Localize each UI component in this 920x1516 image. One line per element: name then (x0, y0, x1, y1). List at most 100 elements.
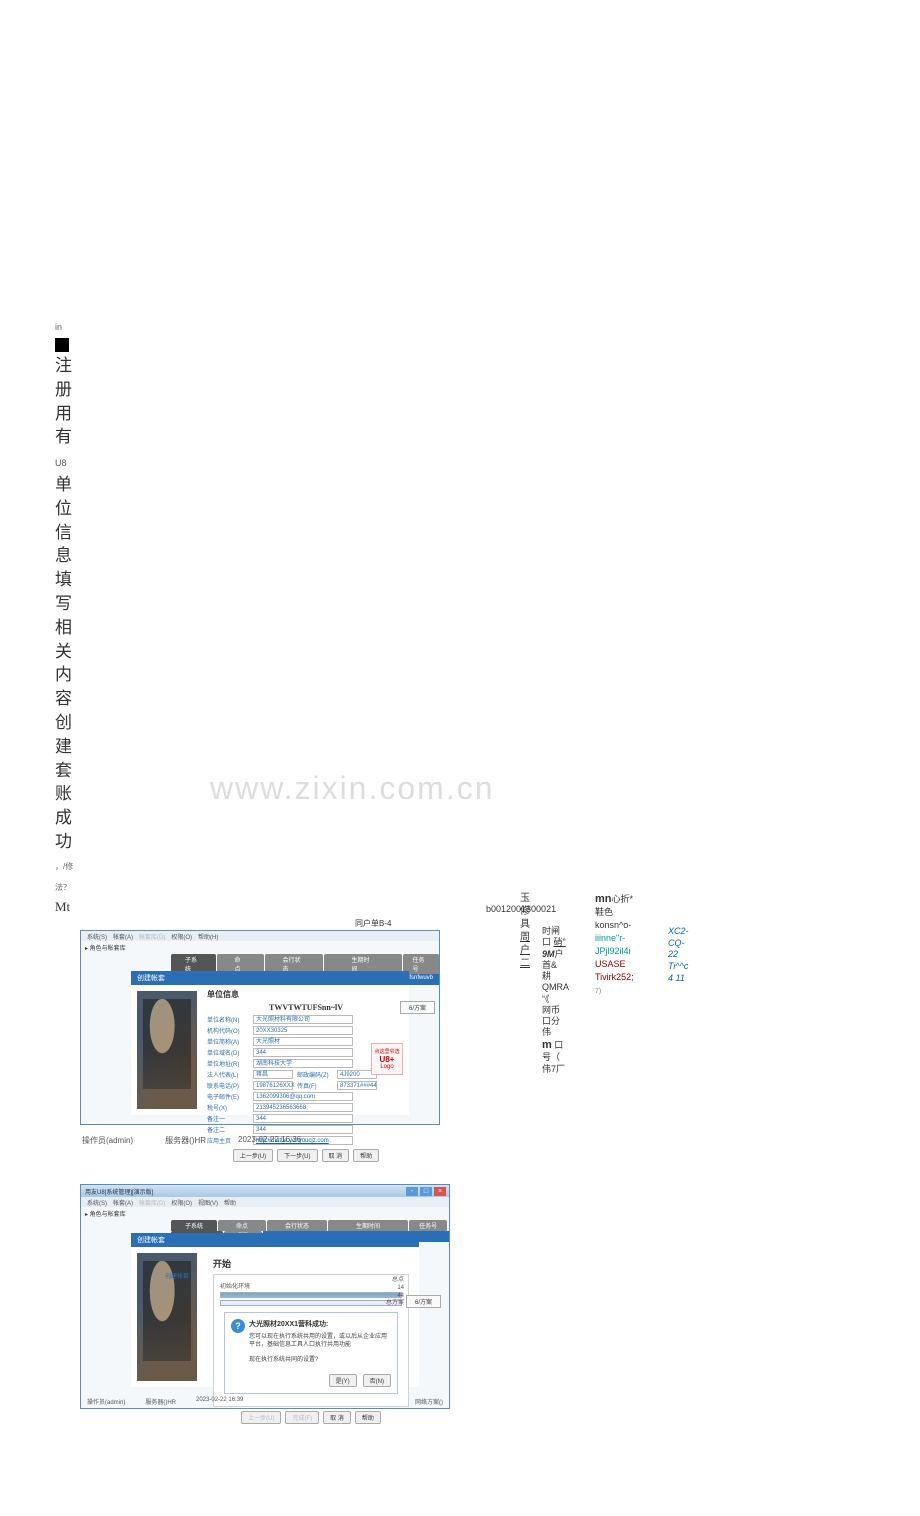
operator-line: 操作员(admin) 服务器()HR 2023-02-22 16:36 (82, 1135, 301, 1146)
ss2-r4: 总方案 (386, 1300, 404, 1308)
f4-label: 单位地址(R) (207, 1059, 253, 1068)
f2-label: 单位简称(A) (207, 1037, 253, 1046)
ss2-menu-2[interactable]: 帐套库(D) (139, 1198, 165, 1207)
rb-line4: USASE Tivirk252; (595, 959, 634, 982)
blue-2: Ti^^c 4 11 (668, 961, 689, 984)
black-square-icon (55, 338, 69, 352)
ss1-btn-prev[interactable]: 上一步(U) (233, 1149, 273, 1162)
close-icon[interactable]: × (434, 1187, 446, 1196)
user-header-1: 同户单B-4 (355, 918, 391, 929)
ss2-tab-f1[interactable]: 子系统 (171, 1220, 217, 1231)
ss1-tree[interactable]: ▸ 角色与帐套库 (81, 941, 439, 954)
f2-input[interactable]: 大光照材 (253, 1037, 353, 1046)
blue-1: XC2-CQ-22 (668, 926, 689, 961)
ss1-btn-next[interactable]: 下一步(U) (277, 1149, 317, 1162)
f4-input[interactable]: 湖南科技大学 (253, 1059, 353, 1068)
ss1-menu-1[interactable]: 帐套(A) (113, 932, 133, 941)
c2-r3: 耕QMRA “《 (542, 971, 569, 1005)
ss1-menu-2[interactable]: 帐套库(D) (139, 932, 165, 941)
rb-tiny: 7) (595, 988, 601, 995)
ss2-btn-no[interactable]: 否(N) (363, 1374, 391, 1387)
ss2-tab-f5[interactable]: 任务号 (409, 1220, 447, 1231)
ss2-menu-0[interactable]: 系统(S) (87, 1198, 107, 1207)
ss2-footer-server: 服务器()HR (145, 1397, 176, 1406)
maximize-icon[interactable]: □ (420, 1187, 432, 1196)
ss2-footer: 操作员(admin) 服务器()HR 2023-02-22 16:39 网络方案… (87, 1397, 443, 1406)
ss2-tab-f4[interactable]: 生期时间 (328, 1220, 408, 1231)
ss1-menubar: 系统(S) 帐套(A) 帐套库(D) 权限(O) 帮助(H) (81, 931, 439, 941)
vt-13: 内 (55, 665, 72, 684)
vt-3: 用 (55, 404, 72, 423)
ss2-footer-op: 操作员(admin) (87, 1397, 125, 1406)
ss2-tab-f2[interactable]: 命点 (218, 1220, 266, 1231)
f10-input[interactable]: 344 (253, 1125, 353, 1134)
ss1-side-btn[interactable]: 6/方案 (400, 1001, 435, 1014)
f6-input[interactable]: 19876126XXX (253, 1081, 293, 1090)
ss1-form-sub: TWVTWTUFSnn~lV (207, 1003, 405, 1012)
vt-11: 相 (55, 618, 72, 637)
ss2-wizard-header: 创建帐套 (131, 1233, 419, 1247)
f9-label: 备注一 (207, 1114, 253, 1123)
ss2-ini-label: 初始化环境 (220, 1281, 402, 1290)
c2-r1b: 硝" (554, 937, 566, 947)
logo-u8: U8+ (372, 1055, 402, 1064)
question-icon: ? (231, 1319, 245, 1333)
ss1-menu-4[interactable]: 帮助(H) (198, 932, 218, 941)
f9-input[interactable]: 344 (253, 1114, 353, 1123)
ss2-confirm-buttons: 是(Y) 否(N) (231, 1374, 391, 1387)
ss2-tree[interactable]: ▸ 角色与帐套库 (81, 1207, 449, 1220)
rb-line1b: 周户二 (520, 932, 530, 969)
progress-bar-2 (220, 1300, 402, 1306)
ss2-left-label: 创建帐套 (165, 1271, 189, 1280)
logo-placeholder[interactable]: 点这里爷选 U8+ Logo (371, 1043, 403, 1075)
ss2-msg-body2: 现在执行系统共同的设置? (249, 1356, 391, 1364)
wizard-image-icon (137, 991, 197, 1109)
ss2-btn-yes[interactable]: 是(Y) (329, 1374, 357, 1387)
f0-input[interactable]: 大光照材料有限公司 (253, 1015, 353, 1024)
minimize-icon[interactable]: - (406, 1187, 418, 1196)
f5-input[interactable]: 蒋昌 (253, 1070, 293, 1079)
f7-label: 电子邮件(E) (207, 1092, 253, 1101)
f10-label: 备注二 (207, 1125, 253, 1134)
f3-input[interactable]: 344 (253, 1048, 353, 1057)
vertical-text: 注 册 用 有 U8 单 位 信 息 填 写 相 关 内 容 创 建 套 账 成… (55, 354, 75, 854)
left-column: in 注 册 用 有 U8 单 位 信 息 填 写 相 关 内 容 创 建 套 … (55, 315, 75, 917)
vt-19: 成 (55, 808, 72, 827)
vt-10: 写 (55, 594, 72, 613)
progress-bar-1 (220, 1292, 402, 1298)
ss1-menu-0[interactable]: 系统(S) (87, 932, 107, 941)
f8-input[interactable]: 213945236563668 (253, 1103, 353, 1112)
f7-input[interactable]: 1362099306@qq.com (253, 1092, 353, 1101)
ss1-btn-cancel[interactable]: 取 消 (322, 1149, 350, 1162)
ss2-tab-f3[interactable]: 会行状态 (267, 1220, 327, 1231)
vt-2: 册 (55, 380, 72, 399)
ss2-confirm-box: ? 大光照材20XX1营科成功: 您可以现在执行系统共用的设置，或以后从企业应用… (224, 1312, 398, 1394)
ss2-menu-5[interactable]: 帮助 (224, 1198, 236, 1207)
label-u8: U8 (55, 458, 67, 468)
ss1-menu-3[interactable]: 权限(O) (171, 932, 192, 941)
ss2-msg-title: 大光照材20XX1营科成功: (231, 1319, 391, 1329)
ss2-r1: 总点 (386, 1277, 404, 1285)
ss2-form: 开始 创建帐套 初始化环境 总点 14 44 总方案 ? 大光照材20XX1营科… (203, 1247, 419, 1387)
ss2-bbtn-2[interactable]: 取 消 (323, 1411, 351, 1424)
ss2-side-btn[interactable]: 6/方案 (406, 1295, 441, 1308)
f1-input[interactable]: 20XX30325 (253, 1026, 353, 1035)
vt-14: 容 (55, 689, 72, 708)
ss2-bbtn-3[interactable]: 帮助 (355, 1411, 381, 1424)
rb-code: b0012001300021 (486, 904, 556, 916)
f3-label: 单位域名(D) (207, 1048, 253, 1057)
ss2-menubar: 系统(S) 帐套(A) 帐套库(D) 权限(O) 视图(V) 帮助 (81, 1197, 449, 1207)
ss2-menu-1[interactable]: 帐套(A) (113, 1198, 133, 1207)
ss1-btn-help[interactable]: 帮助 (353, 1149, 379, 1162)
logo-top: 点这里爷选 (372, 1048, 402, 1055)
c2-r6: 伟7厂 (542, 1064, 569, 1075)
tiny-label-1: ，/修 (55, 862, 73, 871)
fax-input[interactable]: 873371###44 (337, 1081, 377, 1090)
ss1-form-title: 单位信息 (207, 989, 405, 1000)
fax-label: 传真(F) (297, 1081, 337, 1090)
c2-r5a: m (542, 1039, 552, 1051)
ss2-progress-panel: 初始化环境 总点 14 44 总方案 ? 大光照材20XX1营科成功: 您可以现… (213, 1274, 409, 1407)
ss2-menu-3[interactable]: 权限(O) (171, 1198, 192, 1207)
ss1-form: 单位信息 TWVTWTUFSnn~lV 单位名称(N)大光照材料有限公司 机构代… (203, 985, 409, 1115)
ss2-menu-4[interactable]: 视图(V) (198, 1198, 218, 1207)
